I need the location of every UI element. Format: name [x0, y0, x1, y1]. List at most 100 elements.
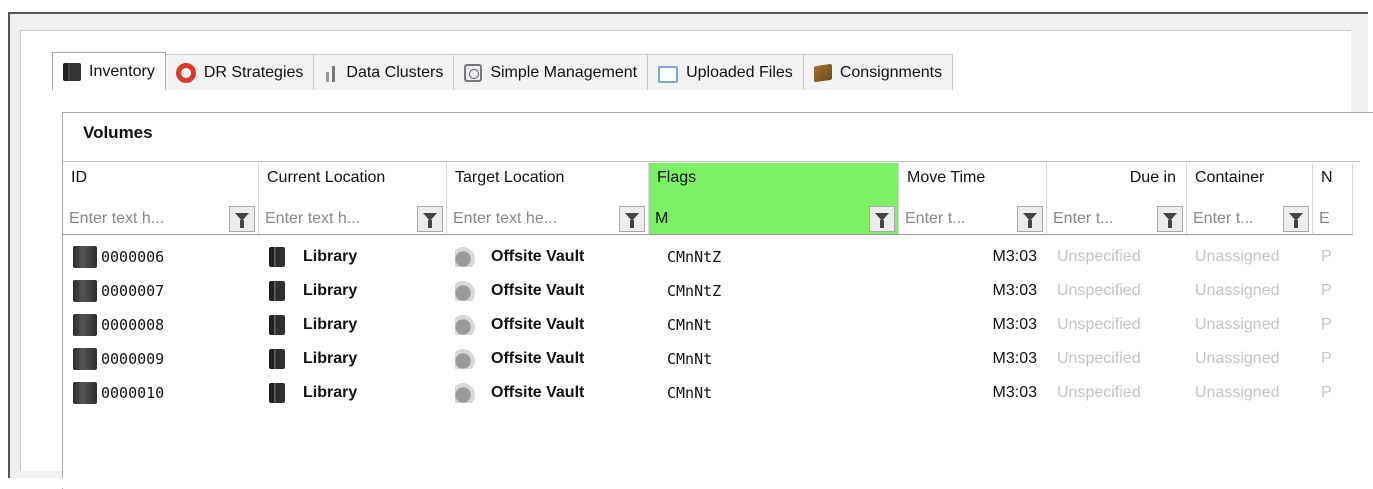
tab-simple-management[interactable]: Simple Management	[454, 54, 649, 90]
target-location-value: Offsite Vault	[491, 350, 585, 367]
filter-input-current-location[interactable]	[265, 207, 410, 231]
filter-button-current-location[interactable]	[417, 206, 443, 232]
column-header-container[interactable]: Container	[1187, 163, 1313, 203]
column-header-id[interactable]: ID	[63, 163, 259, 203]
vault-icon	[455, 281, 475, 301]
move-time-cell: M3:03	[992, 282, 1037, 299]
id-cell: 0000008	[73, 309, 164, 341]
tab-label: Simple Management	[490, 63, 638, 81]
filter-input-due-in[interactable]	[1053, 207, 1150, 231]
container-cell: Unassigned	[1195, 350, 1280, 367]
id-value: 0000009	[101, 350, 165, 368]
tab-data-clusters[interactable]: Data Clusters	[314, 54, 455, 90]
filter-input-n[interactable]	[1319, 207, 1349, 231]
filter-button-move-time[interactable]	[1017, 206, 1043, 232]
table-row[interactable]: 0000008 Library Offsite Vault CMnNt M3:0…	[63, 309, 1373, 341]
n-cell: P	[1321, 316, 1332, 333]
flags-cell: CMnNt	[667, 316, 713, 334]
target-location-value: Offsite Vault	[491, 282, 585, 299]
filter-button-target-location[interactable]	[619, 206, 645, 232]
funnel-icon	[1023, 213, 1037, 228]
tab-dr-strategies[interactable]: DR Strategies	[165, 54, 315, 90]
table-row[interactable]: 0000010 Library Offsite Vault CMnNt M3:0…	[63, 377, 1373, 409]
id-value: 0000010	[101, 384, 165, 402]
tab-uploaded-files[interactable]: Uploaded Files	[648, 54, 804, 90]
n-cell: P	[1321, 282, 1332, 299]
move-time-cell: M3:03	[992, 350, 1037, 367]
filter-input-id[interactable]	[69, 207, 222, 231]
filter-input-target-location[interactable]	[453, 207, 612, 231]
lifebuoy-icon	[175, 62, 196, 83]
table-row[interactable]: 0000006 Library Offsite Vault CMnNtZ M3:…	[63, 241, 1373, 273]
torn-edge-right	[1360, 113, 1373, 489]
current-location-cell: Library	[269, 343, 357, 375]
column-header-current-location[interactable]: Current Location	[259, 163, 447, 203]
column-header-flags[interactable]: Flags	[649, 163, 899, 203]
target-location-cell: Offsite Vault	[455, 275, 584, 307]
funnel-icon	[1289, 213, 1303, 228]
filter-cell-n	[1313, 203, 1353, 235]
filter-input-container[interactable]	[1193, 207, 1276, 231]
filter-cell-move-time	[899, 203, 1047, 235]
filter-input-flags[interactable]	[655, 207, 862, 231]
clock-icon	[464, 63, 483, 82]
current-location-value: Library	[303, 248, 358, 265]
vault-icon	[455, 247, 475, 267]
column-header-n[interactable]: N	[1313, 163, 1353, 203]
vault-icon	[455, 383, 475, 403]
library-icon	[269, 383, 285, 403]
flags-cell: CMnNt	[667, 384, 713, 402]
filter-button-id[interactable]	[229, 206, 255, 232]
funnel-icon	[1163, 213, 1177, 228]
filter-cell-current-location	[259, 203, 447, 235]
tab-consignments[interactable]: Consignments	[803, 54, 954, 90]
move-time-cell: M3:03	[992, 248, 1037, 265]
column-header-target-location[interactable]: Target Location	[447, 163, 649, 203]
filter-button-container[interactable]	[1283, 206, 1309, 232]
title-divider	[63, 161, 1373, 162]
target-location-cell: Offsite Vault	[455, 309, 584, 341]
container-cell: Unassigned	[1195, 316, 1280, 333]
vault-icon	[455, 315, 475, 335]
target-location-cell: Offsite Vault	[455, 241, 584, 273]
tab-label: Inventory	[89, 62, 155, 80]
tab-inventory[interactable]: Inventory	[52, 52, 166, 90]
id-value: 0000006	[101, 248, 165, 266]
funnel-icon	[423, 213, 437, 228]
vault-icon	[455, 349, 475, 369]
column-header-move-time[interactable]: Move Time	[899, 163, 1047, 203]
volume-icon	[73, 246, 97, 268]
column-header-due-in[interactable]: Due in	[1047, 163, 1187, 203]
target-location-value: Offsite Vault	[491, 316, 585, 333]
library-icon	[269, 349, 285, 369]
filter-cell-container	[1187, 203, 1313, 235]
filter-cell-id	[63, 203, 259, 235]
current-location-value: Library	[303, 384, 358, 401]
volume-icon	[73, 382, 97, 404]
filter-cell-due-in	[1047, 203, 1187, 235]
container-cell: Unassigned	[1195, 248, 1280, 265]
filter-button-due-in[interactable]	[1157, 206, 1183, 232]
tab-strip: Inventory DR Strategies Data Clusters Si…	[52, 52, 954, 90]
flags-cell: CMnNtZ	[667, 248, 722, 266]
n-cell: P	[1321, 248, 1332, 265]
container-cell: Unassigned	[1195, 384, 1280, 401]
volume-icon	[73, 280, 97, 302]
current-location-value: Library	[303, 316, 358, 333]
current-location-cell: Library	[269, 241, 357, 273]
library-icon	[269, 315, 285, 335]
target-location-value: Offsite Vault	[491, 384, 585, 401]
funnel-icon	[625, 213, 639, 228]
due-in-cell: Unspecified	[1057, 384, 1141, 401]
filter-input-move-time[interactable]	[905, 207, 1010, 231]
table-row[interactable]: 0000009 Library Offsite Vault CMnNt M3:0…	[63, 343, 1373, 375]
id-cell: 0000010	[73, 377, 164, 409]
id-value: 0000008	[101, 316, 165, 334]
bars-icon	[324, 64, 338, 82]
filter-button-flags[interactable]	[869, 206, 895, 232]
tab-label: Consignments	[839, 63, 943, 81]
tab-label: DR Strategies	[203, 63, 304, 81]
table-row[interactable]: 0000007 Library Offsite Vault CMnNtZ M3:…	[63, 275, 1373, 307]
volume-icon	[73, 314, 97, 336]
window-icon	[658, 65, 679, 83]
